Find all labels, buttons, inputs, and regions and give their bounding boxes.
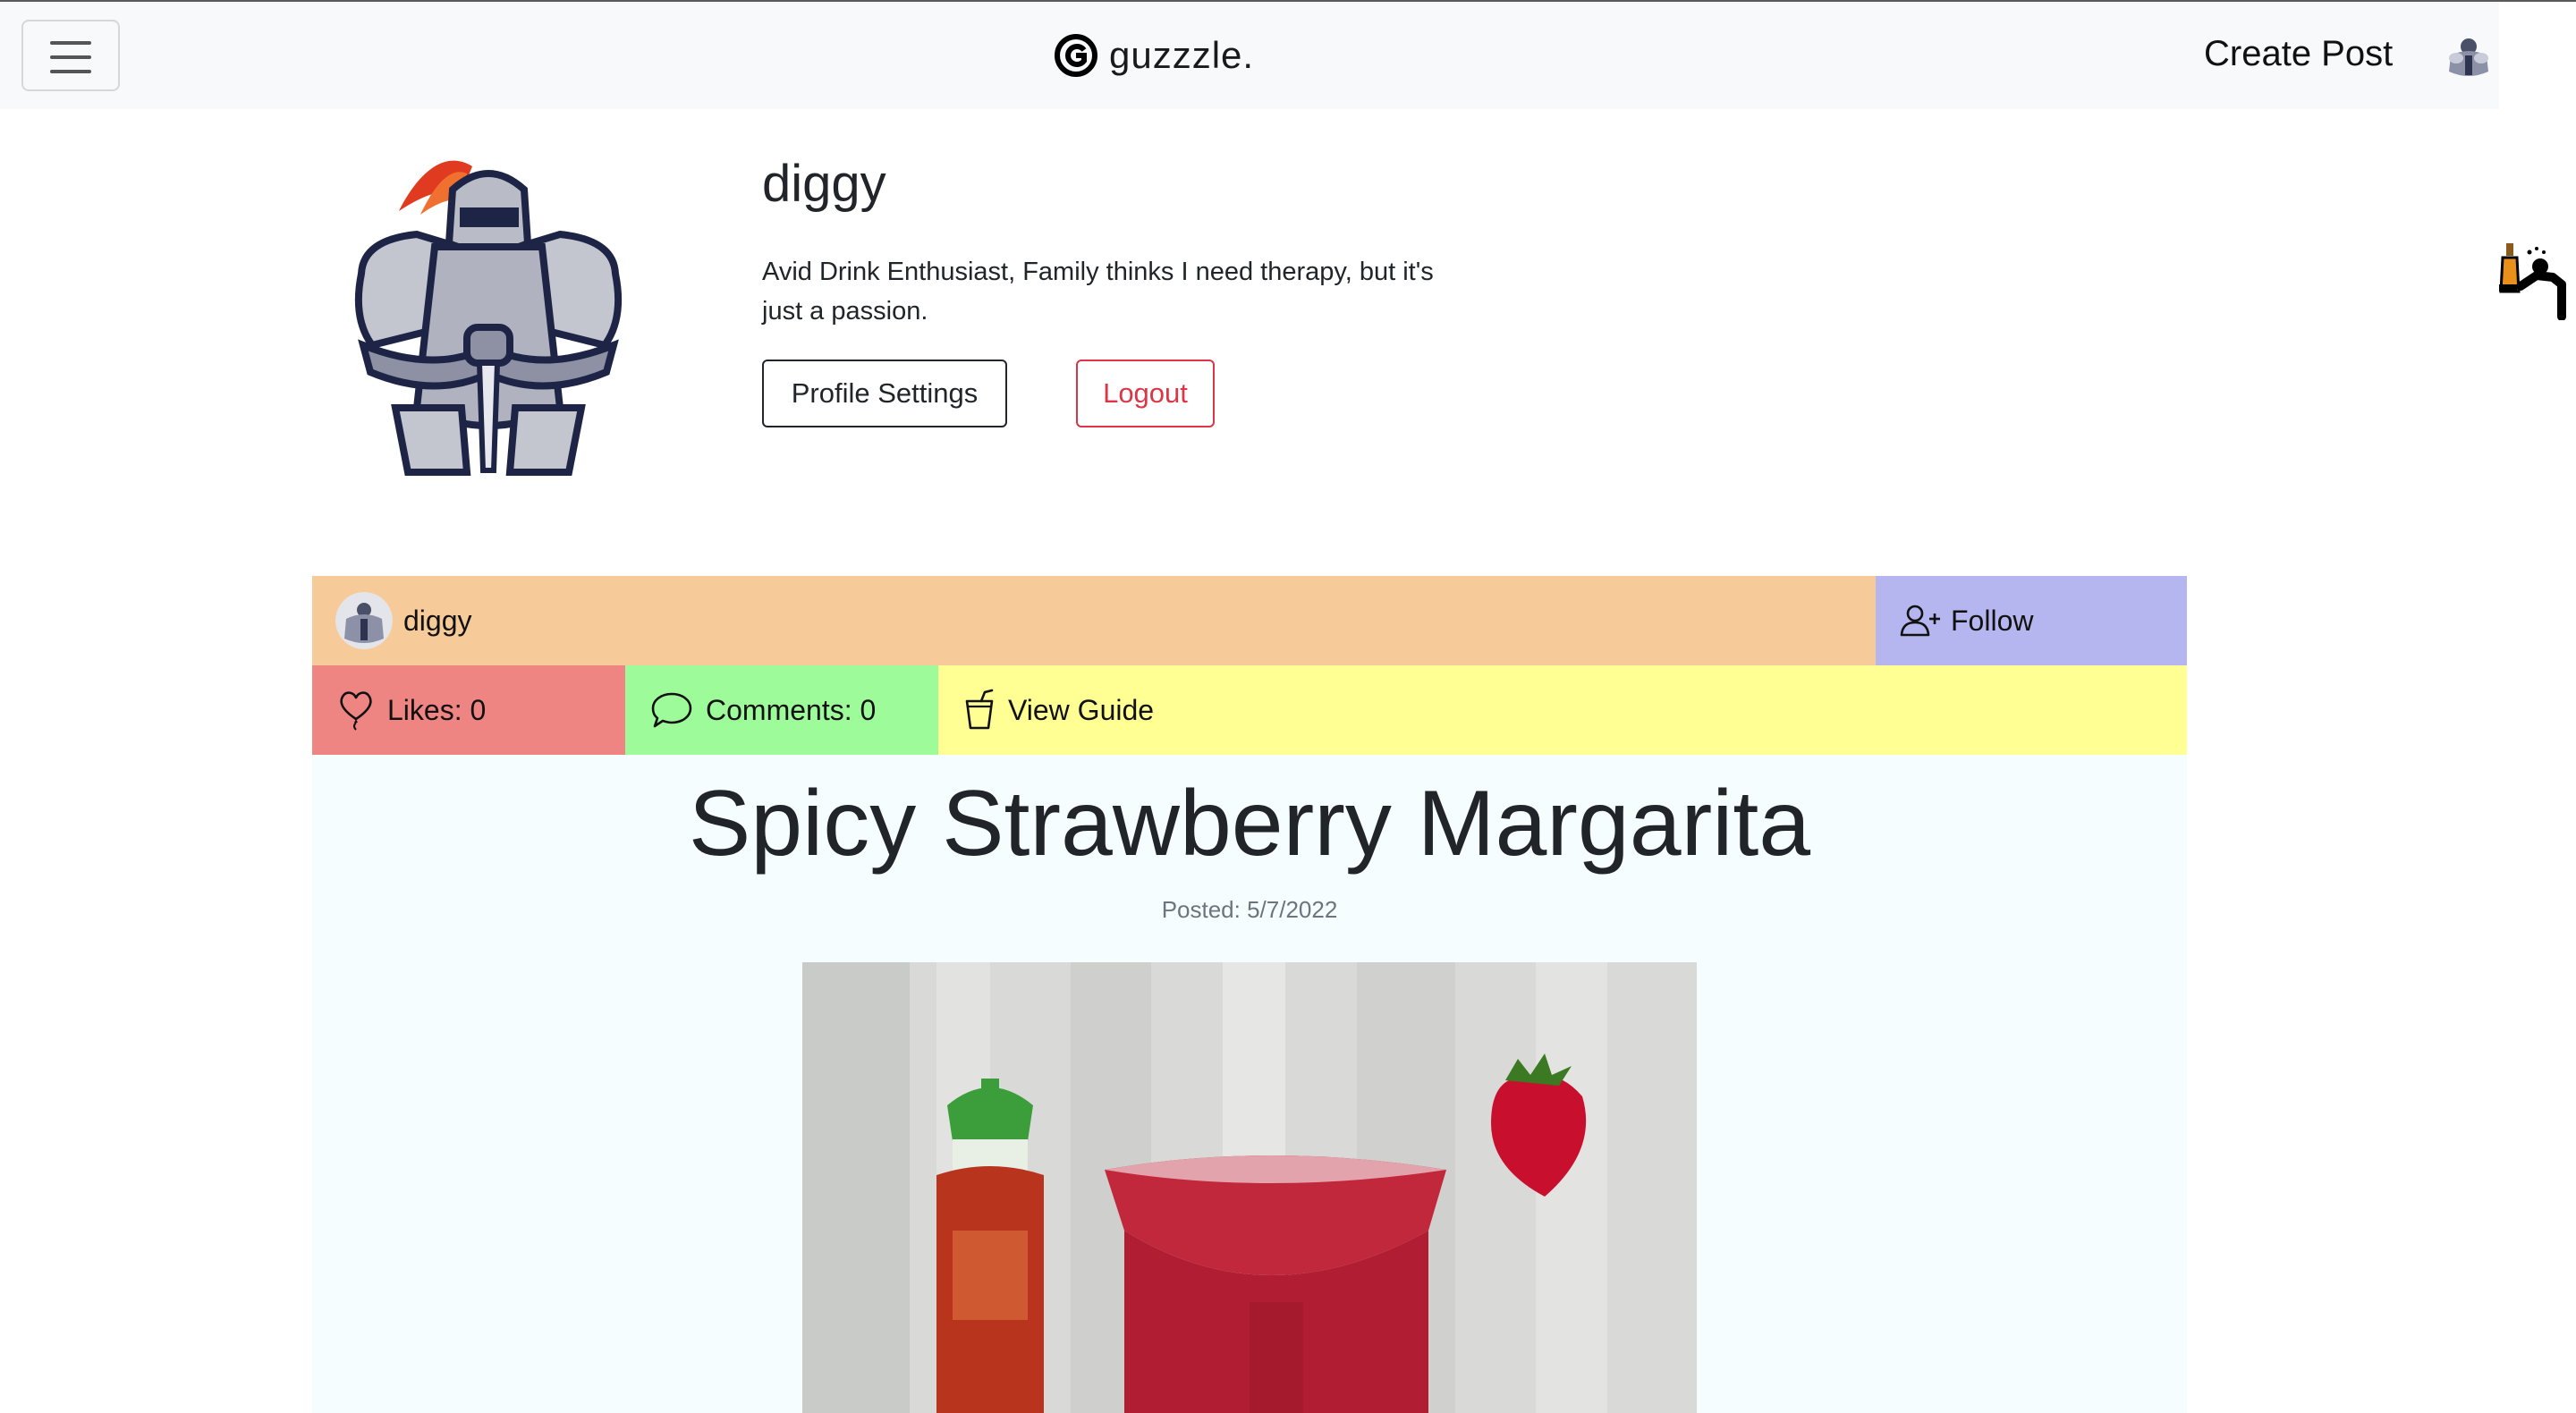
cup-straw-icon	[965, 689, 994, 730]
create-post-link[interactable]: Create Post	[2204, 34, 2393, 74]
follow-button[interactable]: Follow	[1876, 576, 2187, 665]
profile-username: diggy	[762, 155, 886, 213]
post-title: Spicy Strawberry Margarita	[688, 772, 1811, 876]
navbar: guzzzle. Create Post	[0, 2, 2499, 109]
profile-bio: Avid Drink Enthusiast, Family thinks I n…	[762, 258, 1434, 326]
author-avatar-icon[interactable]	[335, 592, 393, 649]
post-card: diggy Follow Likes: 0 Comments: 0 View G…	[312, 576, 2187, 1413]
follow-label: Follow	[1951, 604, 2034, 637]
logout-button[interactable]: Logout	[1076, 360, 1215, 427]
brand-name: guzzzle.	[1109, 34, 1255, 76]
comments-button[interactable]: Comments: 0	[625, 665, 938, 755]
guzzzle-logo-icon	[1055, 34, 1097, 77]
post-header-row: diggy Follow	[312, 576, 2187, 665]
post-author-name[interactable]: diggy	[403, 605, 472, 638]
balloon-heart-icon	[340, 691, 372, 731]
view-guide-label: View Guide	[1008, 693, 1155, 726]
view-guide-button[interactable]: View Guide	[938, 665, 2187, 755]
hamburger-menu-button[interactable]	[21, 20, 120, 91]
profile-avatar-knight	[354, 160, 623, 476]
post-date: Posted: 5/7/2022	[1161, 896, 1338, 923]
profile-settings-button[interactable]: Profile Settings	[762, 360, 1007, 427]
drinking-person-icon	[2499, 243, 2566, 320]
chat-bubble-icon	[651, 692, 692, 728]
person-plus-icon	[1900, 605, 1940, 637]
likes-count: Likes: 0	[387, 693, 487, 726]
user-avatar-icon[interactable]	[2438, 29, 2499, 82]
comments-count: Comments: 0	[706, 693, 877, 726]
brand-link[interactable]: guzzzle.	[1054, 29, 1254, 82]
likes-button[interactable]: Likes: 0	[312, 665, 625, 755]
post-author-bar: diggy	[312, 576, 1876, 665]
post-photo-margarita	[802, 962, 1697, 1413]
post-actions-row: Likes: 0 Comments: 0 View Guide	[312, 665, 2187, 755]
